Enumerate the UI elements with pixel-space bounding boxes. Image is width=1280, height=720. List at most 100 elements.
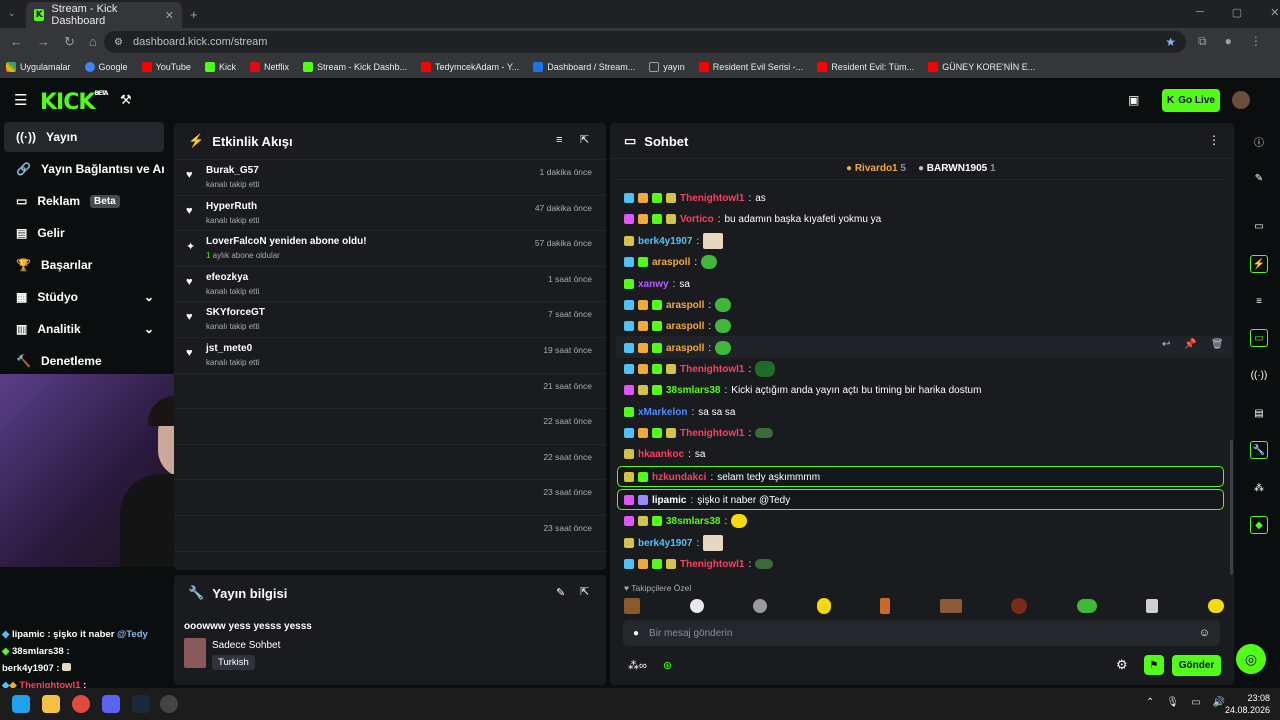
forward-icon[interactable]: → [37,34,50,50]
discord-icon[interactable] [102,695,120,713]
activity-item[interactable]: ♥ Burak_G57 kanalı takip etti 1 dakika önce [174,160,606,196]
chat-message[interactable]: Thenightowl1: [624,424,774,442]
chrome-icon[interactable] [72,695,90,713]
popout-icon[interactable]: ⇱ [580,133,589,146]
points-icon[interactable]: ⁂∞ [628,659,647,672]
clock[interactable]: 23:08 24.08.2026 [1224,692,1270,716]
activity-item[interactable]: 23 saat önce [174,516,606,552]
home-icon[interactable]: ⌂ [89,34,97,50]
chat-settings-icon[interactable]: ⚙ [1116,657,1128,673]
emote-option[interactable] [939,599,962,613]
popout-icon[interactable]: ⇱ [580,585,589,598]
bookmark-resident-evil-tum[interactable]: Resident Evil: Tüm... [817,62,914,72]
activity-item[interactable]: 23 saat önce [174,480,606,516]
chat-message-mention[interactable]: lipamic: şişko it naber @Tedy [624,491,790,509]
emote-option[interactable] [1207,599,1224,613]
chat-menu-icon[interactable]: ⋮ [1208,133,1220,147]
activity-item[interactable]: ✦ LoverFalcoN yeniden abone oldu! 1 aylık … [174,231,606,267]
community-icon[interactable]: ⁂ [1250,479,1268,497]
kick-logo[interactable]: KICKBETA [40,90,108,115]
list-icon[interactable]: ≡ [1250,292,1268,310]
chat-scrollbar[interactable] [1230,440,1233,575]
dashboard-icon[interactable]: ▤ [1250,404,1268,422]
emote-option[interactable] [689,599,704,613]
bookmark-resident-evil-serisi[interactable]: Resident Evil Serisi -... [698,62,803,72]
sidebar-item-basarilar[interactable]: 🏆 Başarılar [4,250,164,280]
bookmark-dashboard-stream[interactable]: Dashboard / Stream... [533,62,635,72]
bookmark-kick-dashboard[interactable]: Stream - Kick Dashb... [302,62,407,72]
tools-icon[interactable]: ⚒ [120,92,132,108]
sidebar-item-gelir[interactable]: ▤ Gelir [4,218,164,248]
gifter-entry[interactable]: ● BARWN1905 1 [918,163,996,174]
emote-option[interactable] [880,598,891,614]
emote-option[interactable] [1076,599,1097,613]
chat-message[interactable]: Thenightowl1: [624,555,774,573]
new-tab-icon[interactable]: + [190,7,198,22]
tray-chevron-icon[interactable]: ⌃ [1146,697,1154,708]
chat-message[interactable]: Thenightowl1: [624,360,776,378]
chat-input[interactable]: ● Bir mesaj gönderin ☺ [623,620,1220,646]
back-icon[interactable]: ← [10,34,23,50]
emoji-icon[interactable]: ☺ [1199,627,1210,639]
chat-message[interactable]: 38smlars38: [624,512,748,530]
maximize-icon[interactable]: ▢ [1232,6,1242,19]
bookmark-kick[interactable]: Kick [204,62,236,72]
bookmark-youtube[interactable]: YouTube [141,62,191,72]
activity-item[interactable]: ♥ jst_mete0 kanalı takip etti 19 saat önce [174,338,606,374]
file-explorer-icon[interactable] [42,695,60,713]
category-thumbnail[interactable] [184,638,206,668]
emote-option[interactable] [753,599,768,613]
chat-message[interactable]: Vortico: bu adamın başka kıyafeti yokmu y… [624,210,881,228]
quick-emote-icon[interactable]: ⚑ [1144,655,1164,675]
reply-icon[interactable]: ↩ [1162,339,1170,350]
chat-message[interactable]: xMarkelon: sa sa sa [624,403,736,421]
emote-option[interactable] [624,598,640,614]
rewards-icon[interactable]: ◆ [1250,516,1268,534]
stream-info-toggle-icon[interactable]: 🔧 [1250,441,1268,459]
hamburger-menu-icon[interactable]: ☰ [14,91,27,109]
chat-message[interactable]: araspoll: [624,339,732,357]
activity-item[interactable]: 21 saat önce [174,374,606,410]
sidebar-item-denetleme[interactable]: 🔨 Denetleme [4,346,164,376]
emote-option[interactable] [1011,598,1028,614]
chat-message[interactable]: Thenightowl1: as [624,189,766,207]
microphone-icon[interactable]: 🎙 [1166,697,1179,708]
chat-message[interactable]: 38smlars38: Kicki açtığım anda yayın açtı… [624,381,981,399]
close-window-icon[interactable]: ✕ [1270,6,1279,19]
bookmark-star-icon[interactable]: ★ [1165,35,1176,49]
sidebar-item-reklam[interactable]: ▭ Reklam Beta [4,186,164,216]
edit-icon[interactable]: ✎ [556,586,565,599]
controller-icon[interactable]: ▣ [1128,93,1139,107]
bookmark-apps[interactable]: Uygulamalar [6,62,71,72]
bookmark-folder-yayin[interactable]: yayın [649,62,685,72]
info-icon[interactable]: ⓘ [1250,132,1268,150]
gifter-entry[interactable]: ● Rivardo1 5 [846,163,906,174]
activity-item[interactable]: ♥ efeozkya kanalı takip etti 1 saat önce [174,267,606,303]
obs-icon[interactable] [160,695,178,713]
media-icon[interactable]: ▭ [1250,217,1268,235]
sidebar-item-yayin[interactable]: ((·)) Yayın [4,122,164,152]
display-icon[interactable]: ▭ [1191,697,1200,708]
chat-toggle-icon[interactable]: ▭ [1250,329,1268,347]
emote-option[interactable] [1146,599,1159,613]
chat-message[interactable]: araspoll: [624,253,718,271]
chat-message[interactable]: araspoll: [624,296,732,314]
address-bar[interactable]: ⚙ dashboard.kick.com/stream ★ [104,31,1186,53]
chat-message[interactable]: berk4y1907: [624,232,724,250]
activity-item[interactable]: ♥ SKYforceGT kanalı takip etti 7 saat önce [174,302,606,338]
browser-menu-icon[interactable]: ⋮ [1250,34,1262,49]
activity-item[interactable]: ♥ HyperRuth kanalı takip etti 47 dakika önc… [174,196,606,232]
activity-item[interactable]: 22 saat önce [174,445,606,481]
chat-message[interactable]: berk4y1907: [624,534,724,552]
stream-status-icon[interactable]: ((·)) [1250,366,1268,384]
chat-message-mention[interactable]: hzkundakci: selam tedy aşkımmmm [624,468,820,486]
sidebar-item-studyo[interactable]: ▦ Stüdyo ⌄ [4,282,164,312]
kick-points-icon[interactable]: ⊛ [663,659,672,672]
filter-icon[interactable]: ≡ [556,134,562,146]
close-tab-icon[interactable]: ✕ [165,9,174,22]
extensions-icon[interactable]: ⧉ [1198,34,1207,49]
steam-icon[interactable] [132,695,150,713]
site-info-icon[interactable]: ⚙ [114,37,123,48]
send-button[interactable]: Gönder [1172,655,1221,676]
support-headset-icon[interactable]: ◎ [1236,644,1266,674]
